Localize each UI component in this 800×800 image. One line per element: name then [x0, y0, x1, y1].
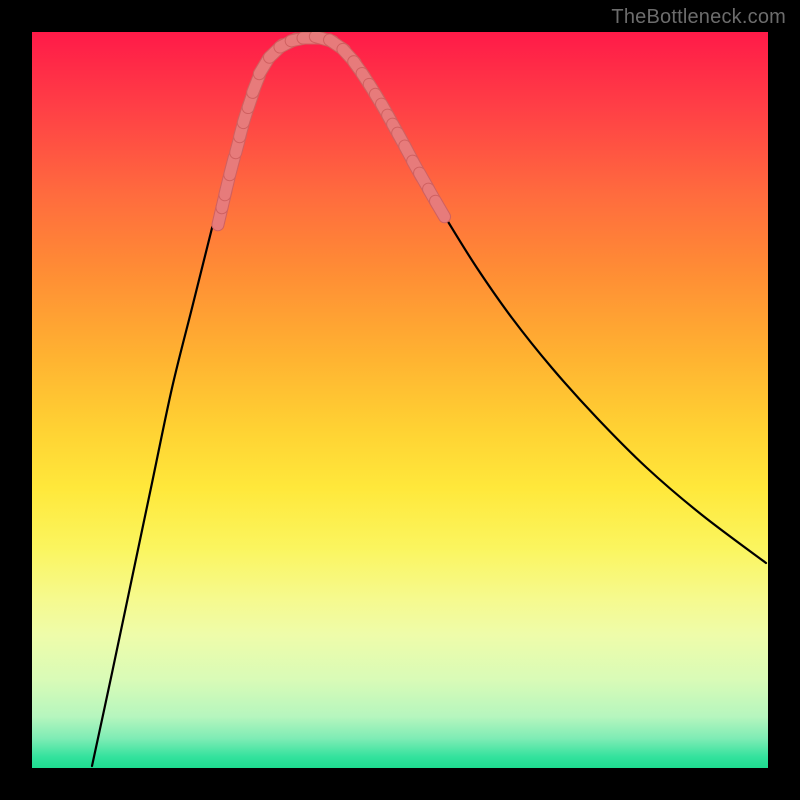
plot-area — [32, 32, 768, 768]
curve-marker — [230, 157, 235, 174]
bottleneck-curve — [92, 38, 766, 766]
curve-markers — [218, 37, 445, 225]
watermark-text: TheBottleneck.com — [611, 6, 786, 29]
chart-svg — [32, 32, 768, 768]
curve-marker — [435, 201, 444, 217]
chart-frame: TheBottleneck.com — [0, 0, 800, 800]
